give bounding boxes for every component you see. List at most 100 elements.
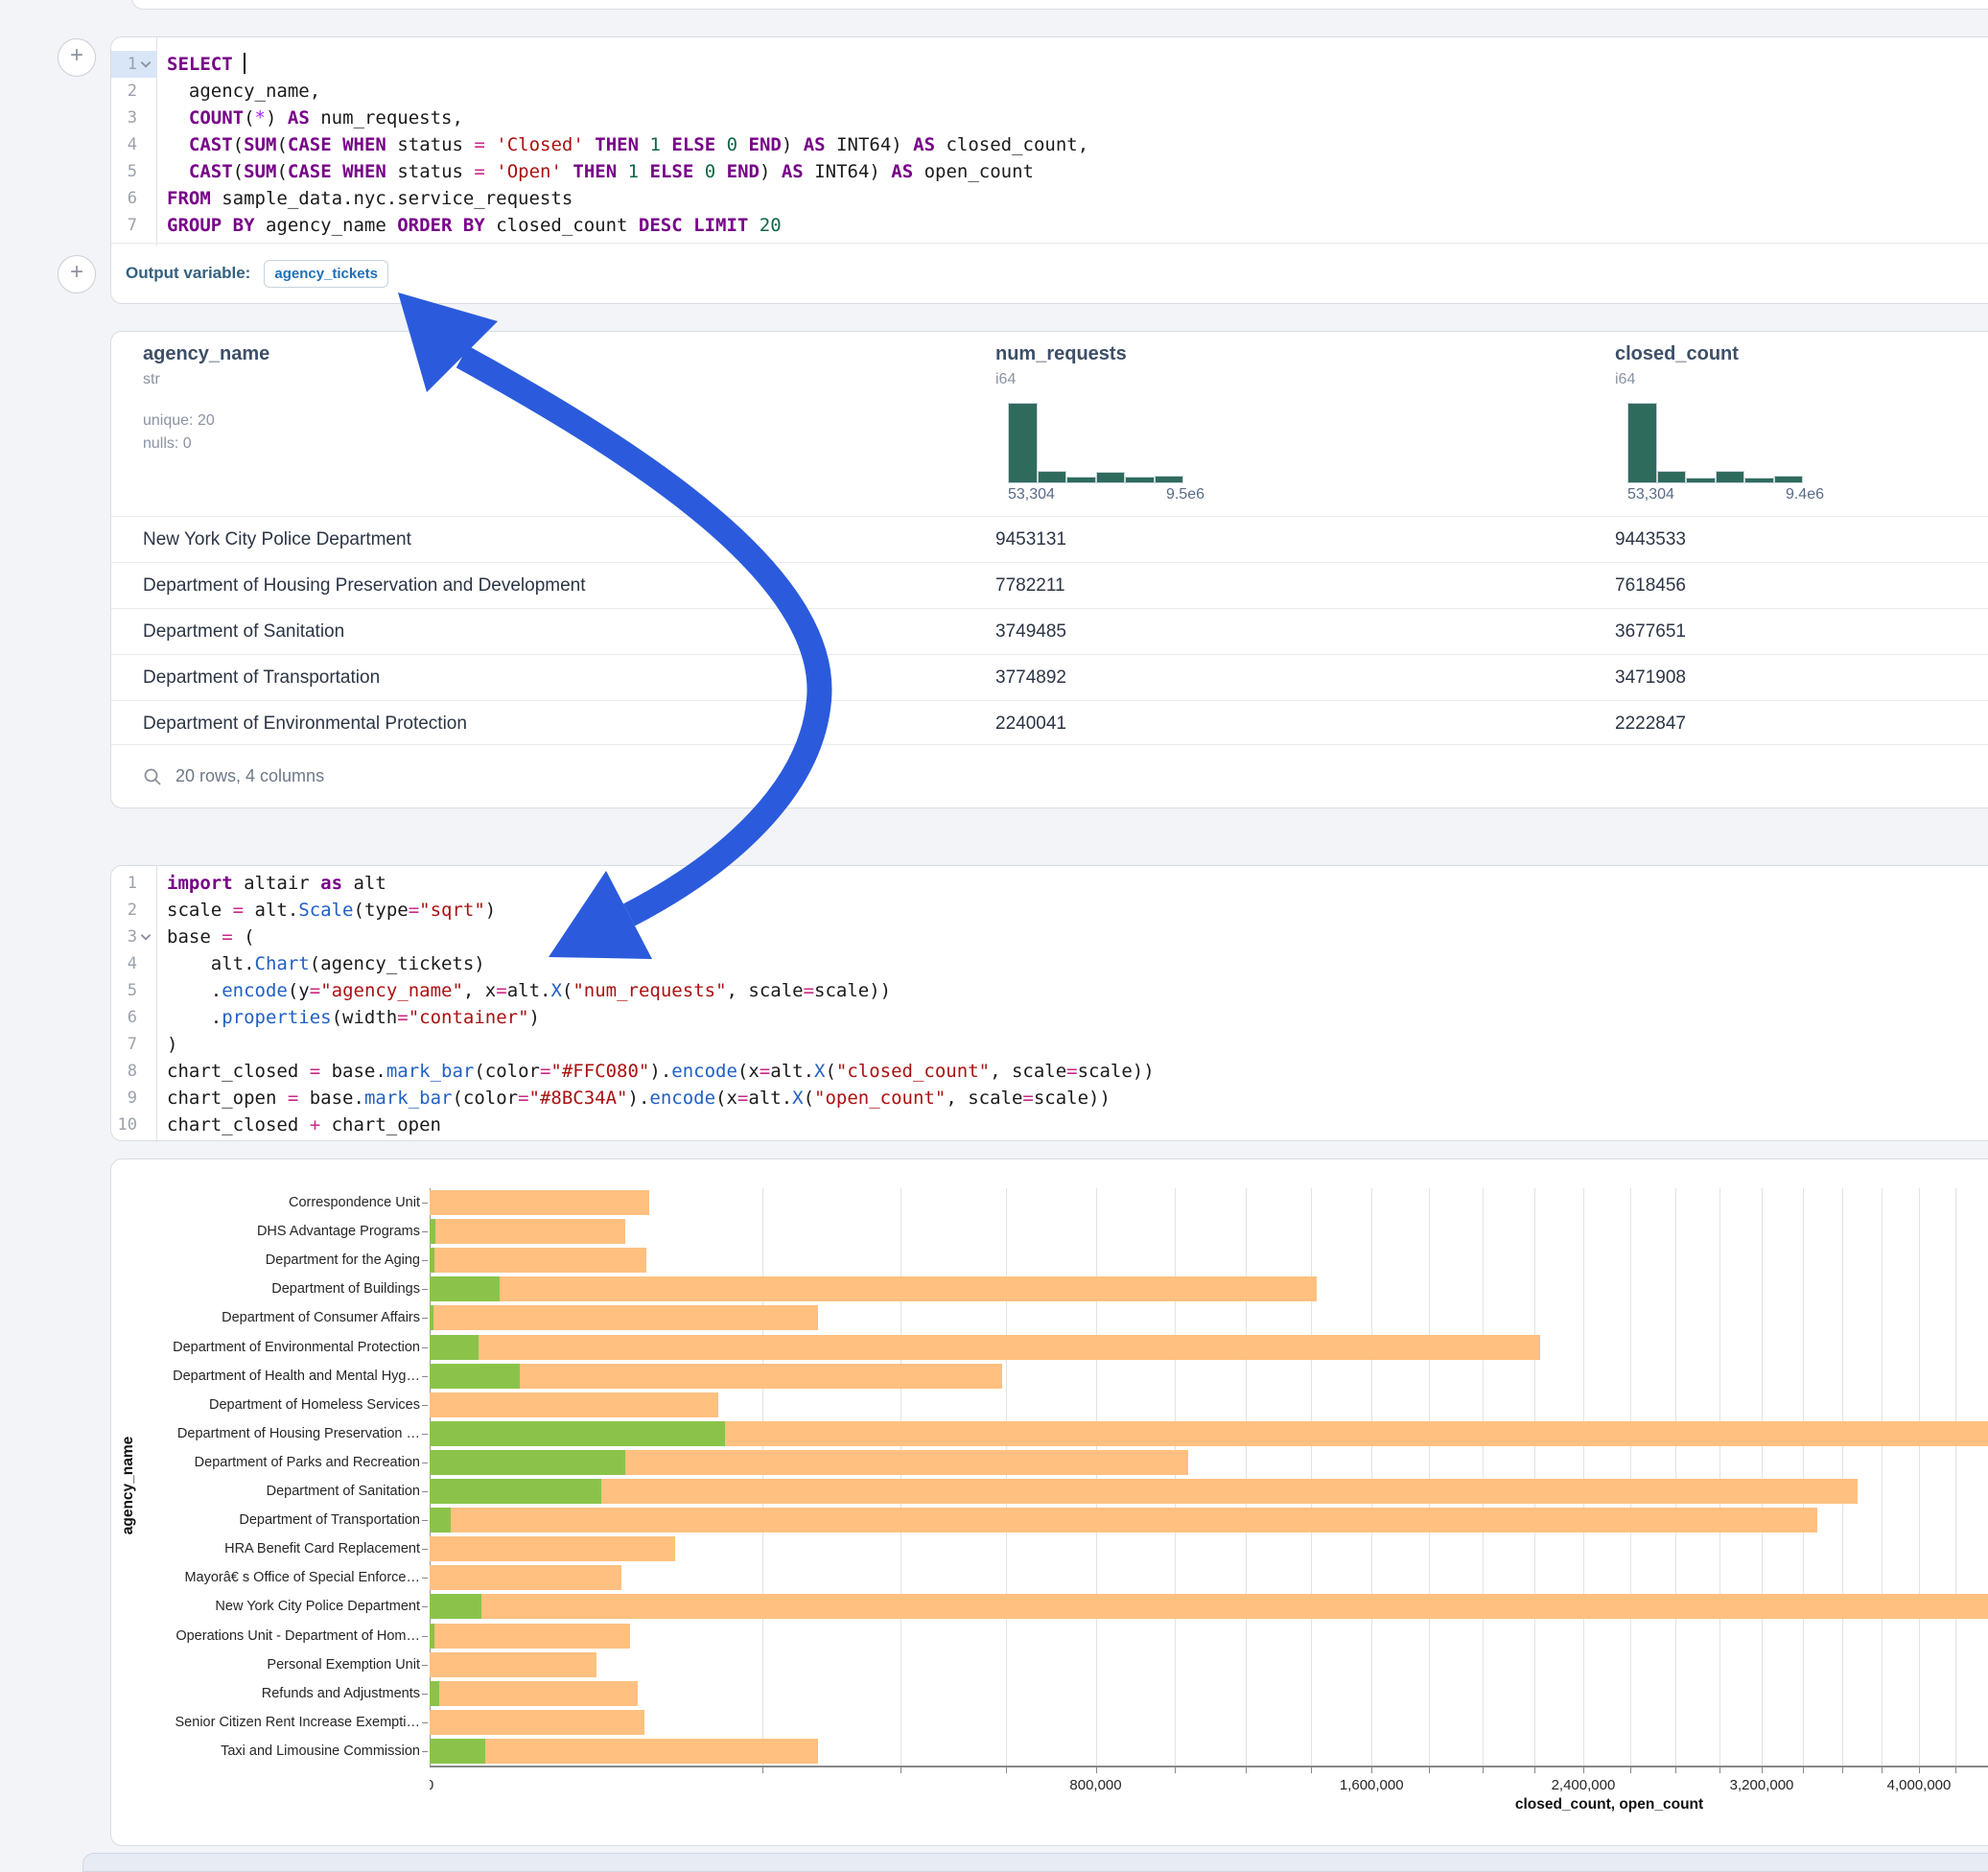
histogram-bar <box>1627 403 1657 483</box>
chart-bar-open <box>430 1594 481 1619</box>
chart-category-label: Department of Transportation <box>111 1506 420 1534</box>
x-axis-tick <box>1803 1767 1804 1773</box>
chart-bar-open <box>430 1508 451 1533</box>
line-number: 8 <box>111 1058 156 1085</box>
table-cell: Department of Housing Preservation and D… <box>143 575 586 597</box>
code-line: chart_closed = base.mark_bar(color="#FFC… <box>167 1058 1988 1085</box>
table-cell: 9453131 <box>995 529 1066 550</box>
output-variable-badge[interactable]: agency_tickets <box>264 260 388 288</box>
chart-y-tick <box>422 1203 428 1204</box>
chart-category-label: Department for the Aging <box>111 1246 420 1275</box>
add-cell-button-output[interactable]: + <box>58 255 96 293</box>
code-line: import altair as alt <box>167 870 1988 897</box>
chart-row: New York City Police Department <box>111 1592 1988 1621</box>
chart-y-tick <box>422 1347 428 1348</box>
histogram-bar <box>1716 471 1745 483</box>
code-line: .encode(y="agency_name", x=alt.X("num_re… <box>167 977 1988 1004</box>
python-editor[interactable]: 12345678910 import altair as altscale = … <box>111 866 1988 1142</box>
line-number: 2 <box>111 897 156 924</box>
sql-editor[interactable]: 1234567 SELECT agency_name, COUNT(*) AS … <box>111 37 1988 246</box>
table-row[interactable]: Department of Transportation377489234719… <box>111 654 1988 701</box>
chart-y-tick <box>422 1751 428 1752</box>
chart-bar-open <box>430 1248 434 1273</box>
chart-bar-closed <box>430 1565 621 1590</box>
chart-bar-open <box>430 1739 485 1764</box>
line-number: 6 <box>111 185 156 212</box>
code-line: GROUP BY agency_name ORDER BY closed_cou… <box>167 212 1988 239</box>
x-axis-tick <box>1483 1767 1484 1773</box>
table-row[interactable]: Department of Housing Preservation and D… <box>111 562 1988 609</box>
column-header-num-requests: num_requests i64 <box>995 343 1127 388</box>
python-cell: 12345678910 import altair as altscale = … <box>110 865 1988 1141</box>
chart-y-tick <box>422 1549 428 1550</box>
table-row[interactable]: Department of Environmental Protection22… <box>111 700 1988 747</box>
closed-count-histogram-labels: 53,304 9.4e6 <box>1627 486 1824 503</box>
x-axis-tick <box>1919 1767 1920 1773</box>
fold-chevron-icon[interactable] <box>139 58 152 71</box>
line-number: 4 <box>111 131 156 158</box>
x-axis-tick <box>1762 1767 1763 1773</box>
line-number: 1 <box>111 870 156 897</box>
x-axis-tick <box>1534 1767 1535 1773</box>
column-name: closed_count <box>1615 343 1739 365</box>
histogram-bar <box>1657 471 1687 483</box>
x-axis-tick <box>1246 1767 1247 1773</box>
add-cell-button-top[interactable]: + <box>58 38 96 77</box>
table-row[interactable]: New York City Police Department945313194… <box>111 516 1988 563</box>
sql-cell: 1234567 SELECT agency_name, COUNT(*) AS … <box>110 36 1988 304</box>
column-name: agency_name <box>143 343 269 365</box>
table-cell: Department of Environmental Protection <box>143 714 467 735</box>
code-line: ) <box>167 1031 1988 1058</box>
line-number: 7 <box>111 1031 156 1058</box>
x-axis-tick <box>1311 1767 1312 1773</box>
line-number: 6 <box>111 1004 156 1031</box>
chart-y-tick <box>422 1434 428 1435</box>
python-code[interactable]: import altair as altscale = alt.Scale(ty… <box>157 866 1988 1142</box>
search-icon[interactable] <box>143 767 162 786</box>
histogram-bar <box>1038 471 1067 483</box>
chart-row: Taxi and Limousine Commission <box>111 1737 1988 1766</box>
histogram-max-label: 9.4e6 <box>1786 486 1824 503</box>
chart-bar-closed <box>430 1219 625 1244</box>
table-row[interactable]: Department of Sanitation37494853677651 <box>111 608 1988 655</box>
results-table-card: agency_name str unique: 20 nulls: 0 num_… <box>110 331 1988 808</box>
table-cell: Department of Transportation <box>143 667 380 689</box>
x-axis-tick-label: 0 <box>430 1777 433 1793</box>
chart-row: Correspondence Unit <box>111 1188 1988 1217</box>
next-cell-edge[interactable] <box>82 1853 1988 1872</box>
chart-row: Department of Buildings <box>111 1275 1988 1303</box>
x-axis-tick-label: 2,400,000 <box>1552 1777 1616 1793</box>
chart-y-tick <box>422 1491 428 1492</box>
fold-chevron-icon[interactable] <box>139 930 152 944</box>
chart-category-label: Department of Consumer Affairs <box>111 1303 420 1332</box>
code-line: CAST(SUM(CASE WHEN status = 'Open' THEN … <box>167 158 1988 185</box>
column-header-agency-name: agency_name str unique: 20 nulls: 0 <box>143 343 269 456</box>
x-axis-tick <box>1955 1767 1956 1773</box>
histogram-bar <box>1096 472 1126 483</box>
chart-y-tick <box>422 1606 428 1607</box>
chart-bar-open <box>430 1421 725 1446</box>
num-requests-histogram-labels: 53,304 9.5e6 <box>1008 486 1204 503</box>
chart-bar-open <box>430 1450 625 1475</box>
chart-category-label: Department of Housing Preservation … <box>111 1419 420 1448</box>
sql-code[interactable]: SELECT agency_name, COUNT(*) AS num_requ… <box>157 37 1988 246</box>
chart-row: Department of Consumer Affairs <box>111 1303 1988 1332</box>
chart-bar-closed <box>430 1652 596 1677</box>
x-axis-tick <box>1006 1767 1007 1773</box>
chart-row: Department of Transportation <box>111 1506 1988 1534</box>
x-axis-tick-label: 800,000 <box>1069 1777 1121 1793</box>
x-axis-tick <box>1675 1767 1676 1773</box>
table-cell: Department of Sanitation <box>143 621 344 643</box>
x-axis-tick <box>1882 1767 1883 1773</box>
line-number: 10 <box>111 1112 156 1138</box>
chart-bar-closed <box>430 1248 646 1273</box>
code-line: chart_closed + chart_open <box>167 1112 1988 1138</box>
chart-category-label: Personal Exemption Unit <box>111 1650 420 1679</box>
chart-y-tick <box>422 1231 428 1232</box>
histogram-max-label: 9.5e6 <box>1166 486 1204 503</box>
code-line: base = ( <box>167 924 1988 950</box>
output-variable-row: Output variable: agency_tickets <box>111 243 1988 303</box>
chart-category-label: New York City Police Department <box>111 1592 420 1621</box>
line-number: 3 <box>111 105 156 131</box>
chart-row: Senior Citizen Rent Increase Exempti… <box>111 1708 1988 1737</box>
